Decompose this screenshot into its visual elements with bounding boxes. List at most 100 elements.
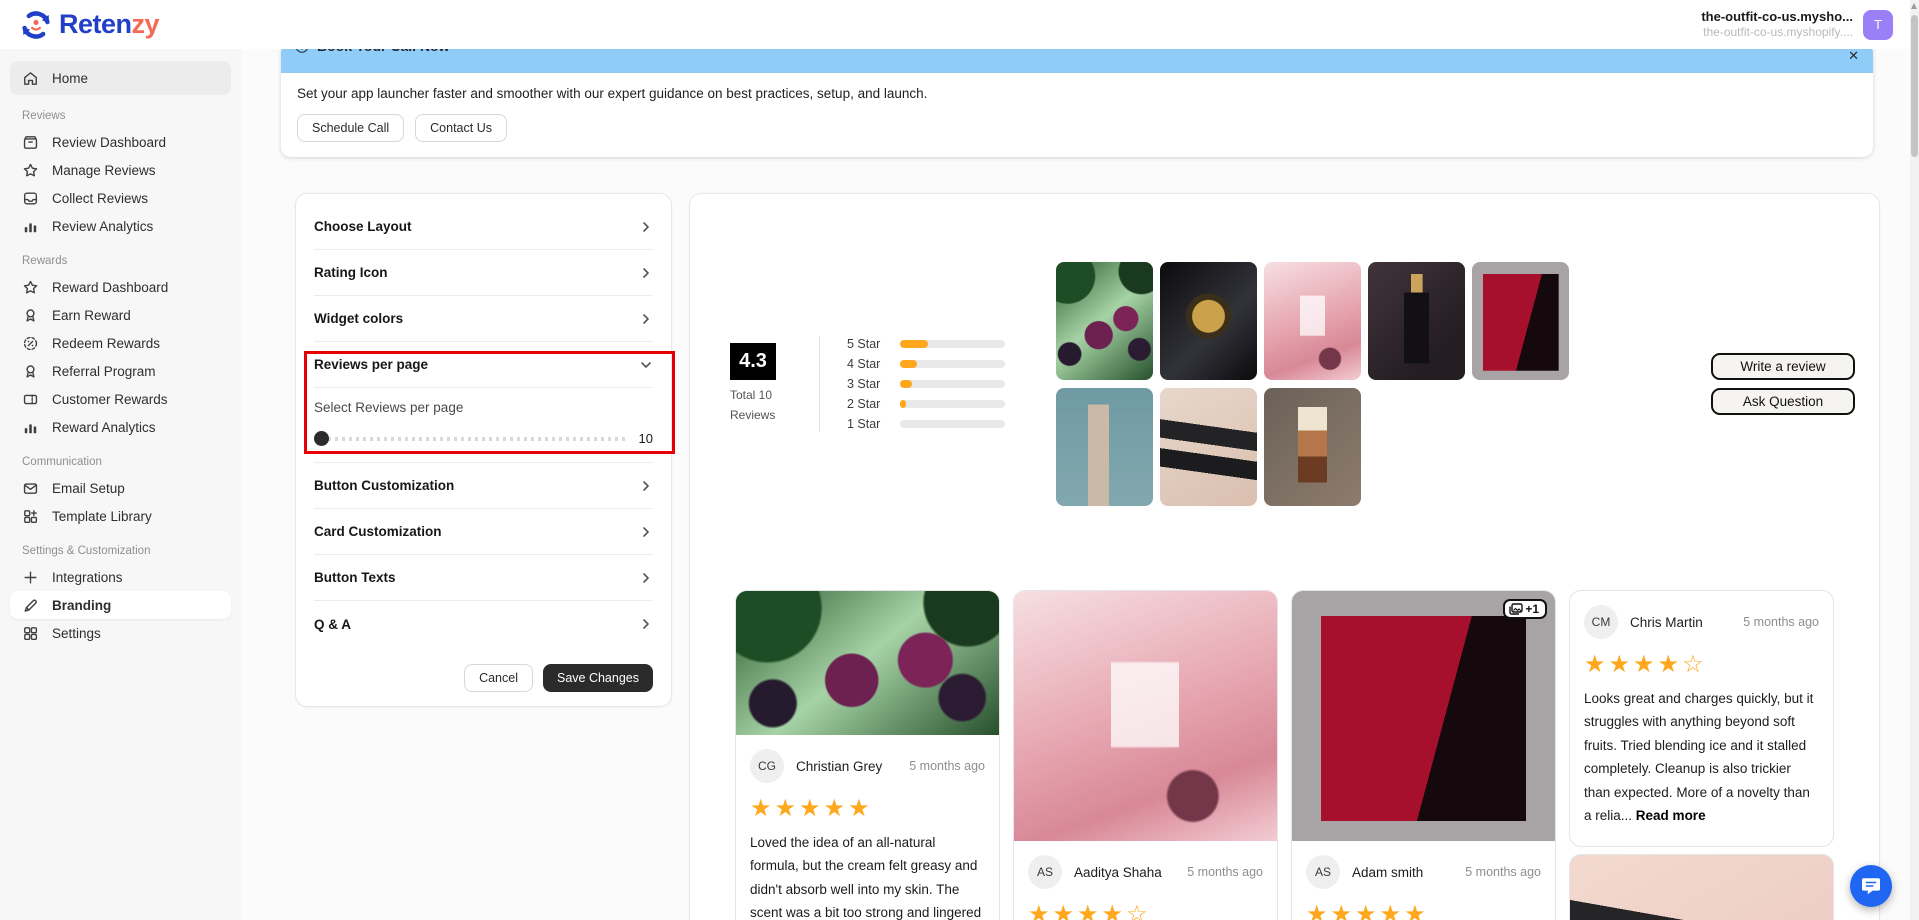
dist-row-4-star: 4 Star xyxy=(847,356,1005,372)
bar-chart-icon xyxy=(22,218,39,235)
medal-icon xyxy=(22,307,39,324)
product-thumbnail-coffee[interactable] xyxy=(1264,388,1361,506)
contact-us-button[interactable]: Contact Us xyxy=(415,114,507,142)
product-thumbnail-rose-wine[interactable] xyxy=(1264,262,1361,380)
accordion-choose-layout[interactable]: Choose Layout xyxy=(314,204,653,250)
ask-question-button[interactable]: Ask Question xyxy=(1711,388,1855,415)
sidebar-item-earn-reward[interactable]: Earn Reward xyxy=(10,301,231,329)
read-more-link[interactable]: Read more xyxy=(1636,808,1706,823)
accordion-widget-colors[interactable]: Widget colors xyxy=(314,296,653,342)
retenzy-logo-icon xyxy=(20,9,52,41)
divider xyxy=(819,336,820,432)
archive-icon xyxy=(22,134,39,151)
scrollbar-up-arrow[interactable] xyxy=(1911,3,1917,9)
retenzy-logo[interactable]: Retenzy xyxy=(20,9,159,41)
logo-text: Retenzy xyxy=(59,9,159,40)
dist-row-2-star: 2 Star xyxy=(847,396,1005,412)
top-header: Retenzy the-outfit-co-us.mysho... the-ou… xyxy=(0,0,1919,49)
cancel-button[interactable]: Cancel xyxy=(464,664,533,692)
brush-icon xyxy=(22,597,39,614)
branding-settings-panel: Choose Layout Rating Icon Widget colors … xyxy=(295,193,672,707)
sidebar-item-referral-program[interactable]: Referral Program xyxy=(10,357,231,385)
chevron-right-icon xyxy=(639,571,653,585)
accordion-card-customization[interactable]: Card Customization xyxy=(314,509,653,555)
banner-description: Set your app launcher faster and smoothe… xyxy=(297,86,1857,101)
widget-preview-panel: 4.3 Total 10 Reviews 5 Star 4 S xyxy=(689,193,1880,920)
reviews-per-page-slider[interactable] xyxy=(314,431,628,446)
star-rating: ★★★★★ xyxy=(750,797,985,821)
product-thumbnail-water-bottle[interactable] xyxy=(1056,388,1153,506)
percent-circle-icon xyxy=(22,335,39,352)
average-rating: 4.3 xyxy=(730,343,776,380)
sidebar-item-template-library[interactable]: Template Library xyxy=(10,502,231,530)
more-photos-badge[interactable]: +1 xyxy=(1503,599,1547,619)
accordion-reviews-per-page[interactable]: Reviews per page xyxy=(314,342,653,388)
save-changes-button[interactable]: Save Changes xyxy=(543,664,653,692)
sidebar: Home Reviews Review Dashboard Manage Rev… xyxy=(0,49,241,920)
review-image-rose-wine[interactable] xyxy=(1014,591,1277,841)
reviewer-name: Christian Grey xyxy=(796,759,897,774)
review-date: 5 months ago xyxy=(909,759,985,773)
star-icon xyxy=(22,162,39,179)
select-reviews-label: Select Reviews per page xyxy=(314,400,653,415)
accordion-button-texts[interactable]: Button Texts xyxy=(314,555,653,601)
sidebar-item-integrations[interactable]: Integrations xyxy=(10,563,231,591)
avatar: CM xyxy=(1584,605,1618,639)
product-thumbnail-perfume[interactable] xyxy=(1368,262,1465,380)
review-image-foundation-tubes[interactable] xyxy=(1569,854,1834,920)
sidebar-item-redeem-rewards[interactable]: Redeem Rewards xyxy=(10,329,231,357)
close-icon[interactable]: ✕ xyxy=(1848,49,1859,64)
product-thumbnail-wine-flyer[interactable] xyxy=(1472,262,1569,380)
sidebar-item-collect-reviews[interactable]: Collect Reviews xyxy=(10,184,231,212)
review-card-aaditya-shaha: AS Aaditya Shaha 5 months ago ★★★★☆ xyxy=(1013,590,1278,920)
sidebar-item-review-dashboard[interactable]: Review Dashboard xyxy=(10,128,231,156)
chevron-right-icon xyxy=(639,266,653,280)
accordion-rating-icon[interactable]: Rating Icon xyxy=(314,250,653,296)
slider-thumb[interactable] xyxy=(314,431,329,446)
photos-icon xyxy=(1509,603,1523,615)
accordion-button-customization[interactable]: Button Customization xyxy=(314,463,653,509)
grid-icon xyxy=(22,625,39,642)
review-card-adam-smith: +1 AS Adam smith 5 months ago ★★★★★ xyxy=(1291,590,1556,920)
sidebar-section-communication: Communication xyxy=(22,456,219,468)
review-image-wine-flyer[interactable]: +1 xyxy=(1292,591,1555,841)
product-thumbnail-foundation[interactable] xyxy=(1160,388,1257,506)
store-name: the-outfit-co-us.mysho... xyxy=(1701,9,1853,25)
accordion-q-and-a[interactable]: Q & A xyxy=(314,601,653,647)
chat-icon xyxy=(1860,875,1882,897)
star-rating: ★★★★☆ xyxy=(1028,903,1263,920)
sidebar-item-reward-analytics[interactable]: Reward Analytics xyxy=(10,413,231,441)
sidebar-section-settings-customization: Settings & Customization xyxy=(22,545,219,557)
inbox-icon xyxy=(22,190,39,207)
product-thumbnail-cosmetics[interactable] xyxy=(1056,262,1153,380)
sidebar-item-home[interactable]: Home xyxy=(10,61,231,95)
sidebar-item-manage-reviews[interactable]: Manage Reviews xyxy=(10,156,231,184)
chat-launcher-button[interactable] xyxy=(1850,865,1892,907)
product-thumbnail-watch[interactable] xyxy=(1160,262,1257,380)
star-rating: ★★★★★ xyxy=(1306,903,1541,920)
slider-track[interactable] xyxy=(314,437,628,441)
sidebar-item-review-analytics[interactable]: Review Analytics xyxy=(10,212,231,240)
avatar: CG xyxy=(750,749,784,783)
avatar: AS xyxy=(1028,855,1062,889)
main-content: ⓘ Book Your Call Now ✕ Set your app laun… xyxy=(241,49,1919,920)
review-text: Loved the idea of an all-natural formula… xyxy=(750,831,985,920)
review-photo-gallery xyxy=(1056,262,1569,506)
scrollbar-thumb[interactable] xyxy=(1911,15,1918,157)
chevron-right-icon xyxy=(639,220,653,234)
sidebar-item-customer-rewards[interactable]: Customer Rewards xyxy=(10,385,231,413)
banner-header: ⓘ Book Your Call Now ✕ xyxy=(281,49,1873,73)
sidebar-item-reward-dashboard[interactable]: Reward Dashboard xyxy=(10,273,231,301)
sidebar-item-email-setup[interactable]: Email Setup xyxy=(10,474,231,502)
schedule-call-button[interactable]: Schedule Call xyxy=(297,114,404,142)
user-avatar[interactable]: T xyxy=(1863,10,1893,40)
page-scrollbar[interactable] xyxy=(1910,0,1919,920)
chevron-right-icon xyxy=(639,479,653,493)
ticket-icon xyxy=(22,391,39,408)
info-icon: ⓘ xyxy=(295,49,309,56)
plus-icon xyxy=(22,569,39,586)
sidebar-item-branding[interactable]: Branding xyxy=(10,591,231,619)
review-image-cosmetics[interactable] xyxy=(736,591,999,735)
write-review-button[interactable]: Write a review xyxy=(1711,353,1855,380)
sidebar-item-settings[interactable]: Settings xyxy=(10,619,231,647)
